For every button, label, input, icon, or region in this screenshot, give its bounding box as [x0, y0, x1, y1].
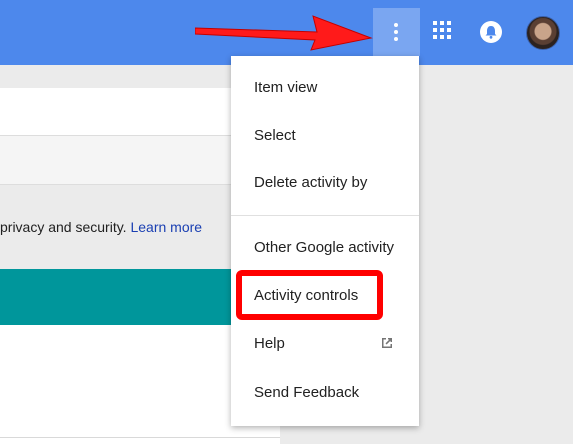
- learn-more-link[interactable]: Learn more: [130, 219, 202, 235]
- menu-item-help[interactable]: Help: [254, 335, 285, 352]
- more-vert-icon: [394, 23, 398, 27]
- more-options-button[interactable]: [373, 8, 420, 56]
- notifications-icon[interactable]: [480, 21, 502, 43]
- overflow-menu: Item view Select Delete activity by Othe…: [231, 56, 419, 426]
- menu-item-item-view[interactable]: Item view: [254, 79, 317, 96]
- external-link-icon: [382, 338, 392, 348]
- menu-item-other-google-activity[interactable]: Other Google activity: [254, 239, 394, 256]
- menu-item-send-feedback[interactable]: Send Feedback: [254, 384, 359, 401]
- menu-item-delete-activity-by[interactable]: Delete activity by: [254, 174, 367, 191]
- privacy-text: privacy and security.: [0, 219, 127, 235]
- menu-item-activity-controls[interactable]: Activity controls: [254, 287, 358, 304]
- privacy-notice: privacy and security. Learn more: [0, 219, 202, 235]
- divider: [0, 437, 280, 438]
- red-arrow-annotation: [195, 15, 373, 51]
- apps-grid-icon[interactable]: [433, 21, 455, 43]
- menu-divider: [231, 215, 419, 216]
- avatar[interactable]: [526, 16, 560, 50]
- menu-item-select[interactable]: Select: [254, 127, 296, 144]
